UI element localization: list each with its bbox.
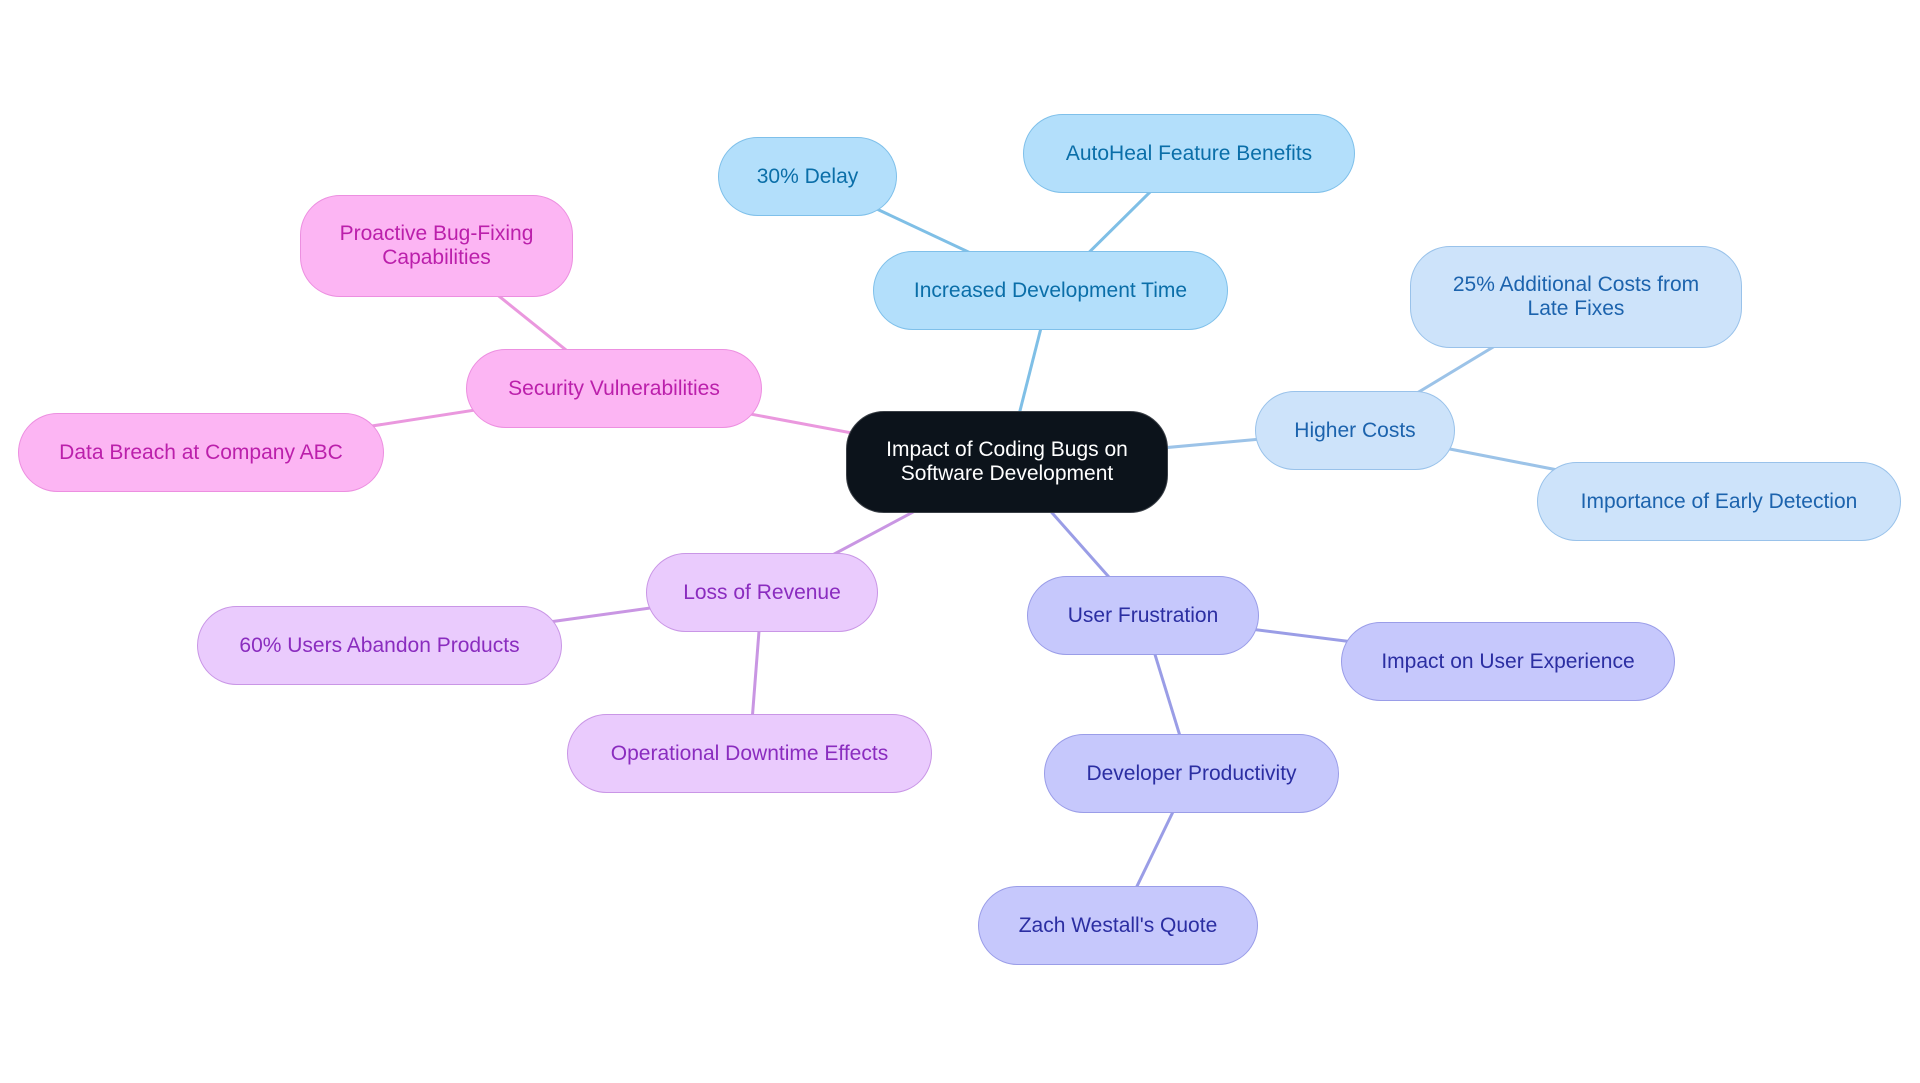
node-operational-downtime-effects[interactable]: Operational Downtime Effects [567,714,932,793]
node-label: User Frustration [1067,603,1219,627]
node-30-percent-delay[interactable]: 30% Delay [718,137,897,216]
node-label: 30% Delay [756,164,859,188]
node-security-vulnerabilities[interactable]: Security Vulnerabilities [466,349,762,428]
node-label: Developer Productivity [1086,761,1297,785]
node-zach-westalls-quote[interactable]: Zach Westall's Quote [978,886,1258,965]
node-user-frustration[interactable]: User Frustration [1027,576,1259,655]
root-node-label: Impact of Coding Bugs on Software Develo… [886,438,1128,485]
node-label: Increased Development Time [913,278,1188,302]
node-label: AutoHeal Feature Benefits [1065,141,1313,165]
node-label: Security Vulnerabilities [508,376,720,400]
node-label: 60% Users Abandon Products [239,633,520,657]
node-proactive-bug-fixing[interactable]: Proactive Bug-Fixing Capabilities [300,195,573,297]
node-label: 25% Additional Costs from Late Fixes [1452,273,1700,320]
connector-lines [200,152,1720,927]
node-higher-costs[interactable]: Higher Costs [1255,391,1455,470]
node-developer-productivity[interactable]: Developer Productivity [1044,734,1339,813]
node-impact-on-user-experience[interactable]: Impact on User Experience [1341,622,1675,701]
node-autoheal-feature-benefits[interactable]: AutoHeal Feature Benefits [1023,114,1355,193]
node-label: Data Breach at Company ABC [59,440,343,464]
node-data-breach-company-abc[interactable]: Data Breach at Company ABC [18,413,384,492]
node-25-percent-additional-costs[interactable]: 25% Additional Costs from Late Fixes [1410,246,1742,348]
node-label: Proactive Bug-Fixing Capabilities [339,222,534,269]
root-node[interactable]: Impact of Coding Bugs on Software Develo… [846,411,1168,513]
node-label: Higher Costs [1294,418,1416,442]
node-label: Loss of Revenue [683,580,841,604]
node-label: Impact on User Experience [1381,649,1635,673]
node-loss-of-revenue[interactable]: Loss of Revenue [646,553,878,632]
node-label: Zach Westall's Quote [1018,913,1218,937]
node-label: Operational Downtime Effects [610,741,889,765]
node-label: Importance of Early Detection [1580,489,1858,513]
node-60-percent-users-abandon[interactable]: 60% Users Abandon Products [197,606,562,685]
node-increased-development-time[interactable]: Increased Development Time [873,251,1228,330]
node-importance-of-early-detection[interactable]: Importance of Early Detection [1537,462,1901,541]
